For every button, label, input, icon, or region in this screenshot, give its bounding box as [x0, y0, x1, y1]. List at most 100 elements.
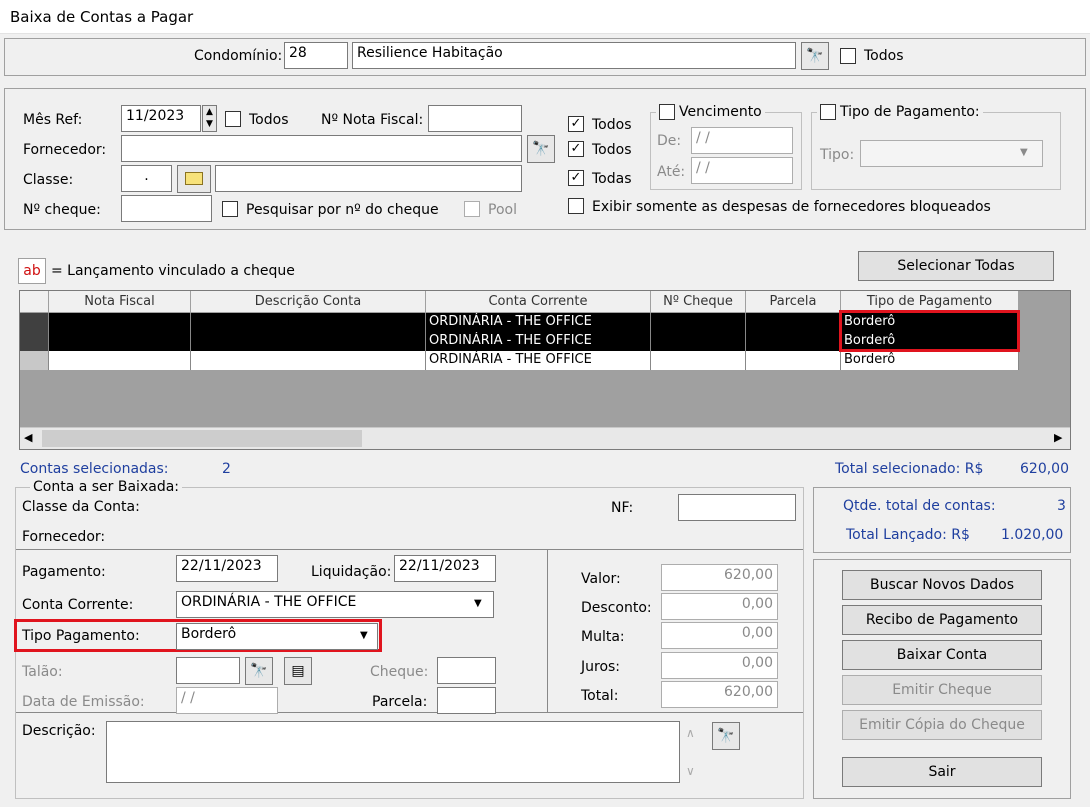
talao-search-button[interactable]: 🔭 [245, 657, 273, 685]
parcela-input[interactable] [437, 687, 496, 714]
cell-conta: ORDINÁRIA - THE OFFICE [426, 313, 651, 332]
todos2-label: Todos [592, 142, 632, 158]
cell-cheque [651, 351, 746, 370]
total-selecionado-value: 620,00 [1020, 461, 1069, 477]
buscar-dados-button[interactable]: Buscar Novos Dados [842, 570, 1042, 600]
column-header-descricao[interactable]: Descrição Conta [191, 291, 426, 313]
cheque-legend-text: = Lançamento vinculado a cheque [51, 263, 295, 279]
scroll-right-icon[interactable]: ▶ [1054, 431, 1062, 444]
row-selector[interactable] [20, 351, 49, 370]
data-emissao-input[interactable]: / / [176, 687, 278, 714]
talao-input[interactable] [176, 657, 240, 684]
talao-label: Talão: [22, 664, 63, 680]
cell-parcela [746, 313, 841, 332]
detail-fornecedor-label: Fornecedor: [22, 529, 106, 545]
mes-todos-checkbox[interactable] [225, 111, 241, 127]
fornecedor-input[interactable] [121, 135, 522, 162]
mes-ref-input[interactable]: 11/2023 [121, 105, 201, 132]
cell-conta: ORDINÁRIA - THE OFFICE [426, 332, 651, 351]
tipo-pagamento-label: Tipo Pagamento: [22, 628, 140, 644]
pool-checkbox[interactable] [464, 201, 480, 217]
tipo-pagamento-select[interactable]: Borderô [176, 623, 378, 650]
liquidacao-input[interactable]: 22/11/2023 [394, 555, 496, 582]
contas-grid[interactable]: Nota Fiscal Descrição Conta Conta Corren… [19, 290, 1071, 450]
column-header-parcela[interactable]: Parcela [746, 291, 841, 313]
emitir-cheque-button[interactable]: Emitir Cheque [842, 675, 1042, 705]
pesquisar-cheque-checkbox[interactable] [222, 201, 238, 217]
exibir-bloqueados-label: Exibir somente as despesas de fornecedor… [592, 199, 991, 215]
row-selector[interactable] [20, 313, 49, 332]
tipo-select[interactable] [860, 140, 1043, 167]
divider [16, 549, 803, 550]
descricao-search-button[interactable]: 🔭 [712, 722, 740, 750]
column-header-conta-corrente[interactable]: Conta Corrente [426, 291, 651, 313]
classe-label: Classe: [23, 172, 74, 188]
scrollbar-thumb[interactable] [42, 430, 362, 447]
folder-icon [185, 172, 203, 185]
sair-button[interactable]: Sair [842, 757, 1042, 787]
juros-input[interactable]: 0,00 [661, 652, 778, 679]
todas-checkbox[interactable]: ✓ [568, 170, 584, 186]
conta-corrente-select[interactable]: ORDINÁRIA - THE OFFICE [176, 591, 494, 618]
baixar-conta-button[interactable]: Baixar Conta [842, 640, 1042, 670]
multa-input[interactable]: 0,00 [661, 622, 778, 649]
exibir-bloqueados-checkbox[interactable] [568, 198, 584, 214]
nota-fiscal-label: Nº Nota Fiscal: [321, 112, 424, 128]
todos2-checkbox[interactable]: ✓ [568, 141, 584, 157]
talao-edit-button[interactable]: ▤ [284, 657, 312, 685]
horizontal-scrollbar[interactable]: ◀ ▶ [20, 427, 1070, 449]
selecionar-todas-button[interactable]: Selecionar Todas [858, 251, 1054, 281]
vencimento-checkbox[interactable] [659, 104, 675, 120]
fornecedor-search-button[interactable]: 🔭 [527, 135, 555, 163]
detail-cheque-input[interactable] [437, 657, 496, 684]
mes-ref-spinner[interactable]: ▲ ▼ [202, 105, 217, 132]
pagamento-input[interactable]: 22/11/2023 [176, 555, 278, 582]
nf-label: NF: [611, 500, 634, 516]
de-input[interactable]: / / [691, 127, 793, 154]
mes-todos-label: Todos [249, 112, 289, 128]
detail-cheque-label: Cheque: [370, 664, 429, 680]
recibo-pagamento-button[interactable]: Recibo de Pagamento [842, 605, 1042, 635]
nota-fiscal-input[interactable] [428, 105, 522, 132]
cheque-legend-icon: ab [18, 258, 46, 284]
ate-input[interactable]: / / [691, 157, 793, 184]
de-label: De: [657, 133, 682, 149]
desconto-input[interactable]: 0,00 [661, 593, 778, 620]
valor-label: Valor: [581, 571, 621, 587]
table-row[interactable]: ORDINÁRIA - THE OFFICE Borderô [20, 351, 1019, 370]
condominio-todos-checkbox[interactable] [840, 48, 856, 64]
total-input[interactable]: 620,00 [661, 681, 778, 708]
nf-input[interactable] [678, 494, 796, 521]
cell-parcela [746, 351, 841, 370]
condominio-search-button[interactable]: 🔭 [801, 42, 829, 70]
tipo-label: Tipo: [820, 147, 855, 163]
parcela-label: Parcela: [372, 694, 428, 710]
tipo-pagamento-checkbox[interactable] [820, 104, 836, 120]
chevron-down-icon: ▼ [1020, 147, 1028, 158]
condominio-code-input[interactable]: 28 [284, 42, 348, 69]
todos1-checkbox[interactable]: ✓ [568, 116, 584, 132]
highlight-tipo-column [839, 310, 1020, 352]
fornecedor-label: Fornecedor: [23, 142, 107, 158]
column-header-cheque[interactable]: Nº Cheque [651, 291, 746, 313]
total-selecionado-label: Total selecionado: R$ [835, 461, 984, 477]
scroll-left-icon[interactable]: ◀ [24, 431, 32, 444]
tipo-pagamento-filter-label: Tipo de Pagamento: [840, 104, 980, 120]
scroll-up-icon[interactable]: ∧ [686, 726, 695, 740]
row-selector[interactable] [20, 332, 49, 351]
column-header-nota-fiscal[interactable]: Nota Fiscal [49, 291, 191, 313]
vencimento-group-title: Vencimento [656, 104, 765, 120]
qtde-label: Qtde. total de contas: [843, 498, 996, 514]
desconto-label: Desconto: [581, 600, 652, 616]
classe-input[interactable]: . [121, 165, 172, 192]
classe-folder-button[interactable] [177, 165, 211, 193]
valor-input[interactable]: 620,00 [661, 564, 778, 591]
window-titlebar: Baixa de Contas a Pagar [0, 0, 1090, 34]
cheque-input[interactable] [121, 195, 212, 222]
condominio-name-input[interactable]: Resilience Habitação [352, 42, 796, 69]
binoculars-icon: 🔭 [250, 663, 268, 679]
classe-desc-input[interactable] [215, 165, 522, 192]
emitir-copia-cheque-button[interactable]: Emitir Cópia do Cheque [842, 710, 1042, 740]
descricao-textarea[interactable] [106, 721, 680, 783]
scroll-down-icon[interactable]: ∨ [686, 764, 695, 778]
